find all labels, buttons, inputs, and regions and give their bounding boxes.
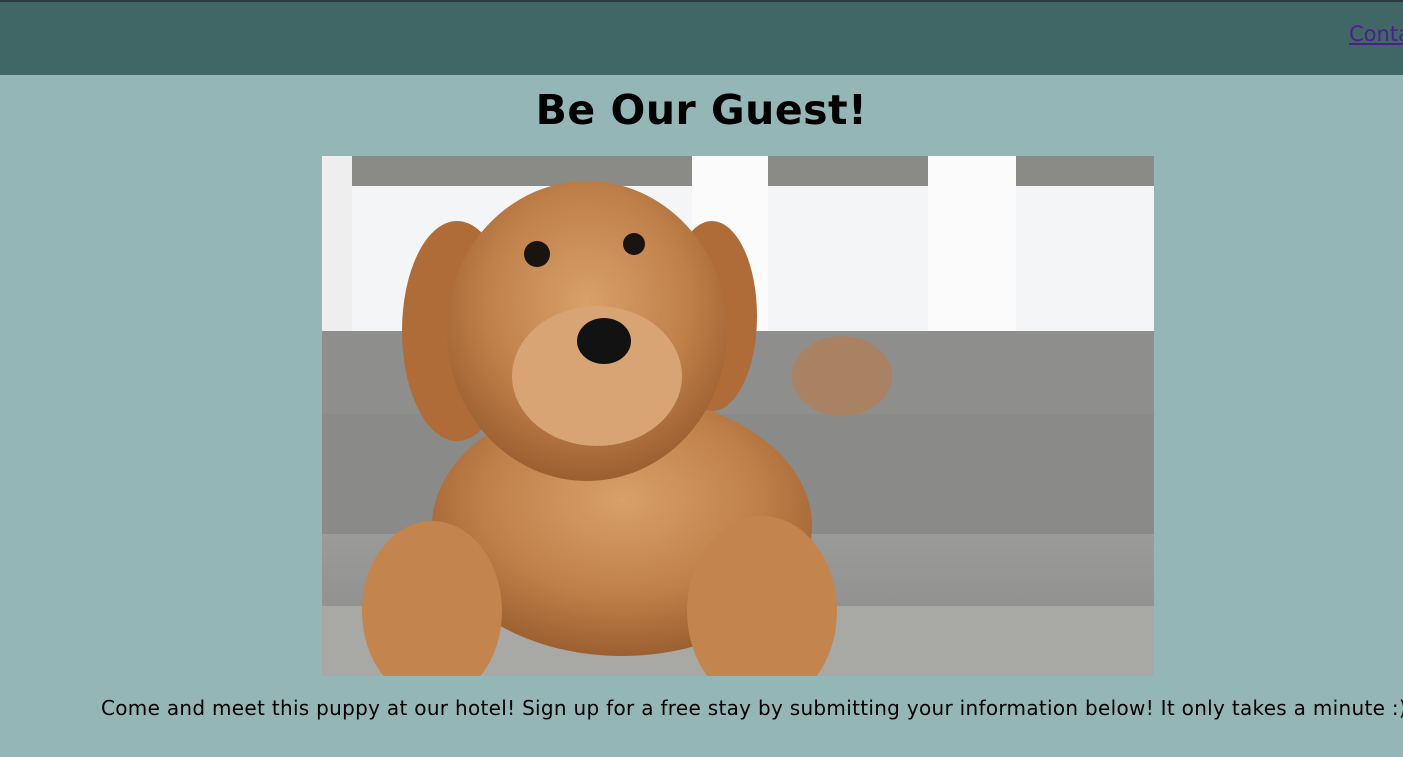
puppy-photo xyxy=(322,156,1154,676)
intro-text: Come and meet this puppy at our hotel! S… xyxy=(101,696,1403,720)
site-header: Conta xyxy=(0,2,1403,75)
nav-link-contact[interactable]: Conta xyxy=(1349,22,1403,46)
page-title: Be Our Guest! xyxy=(535,86,868,134)
